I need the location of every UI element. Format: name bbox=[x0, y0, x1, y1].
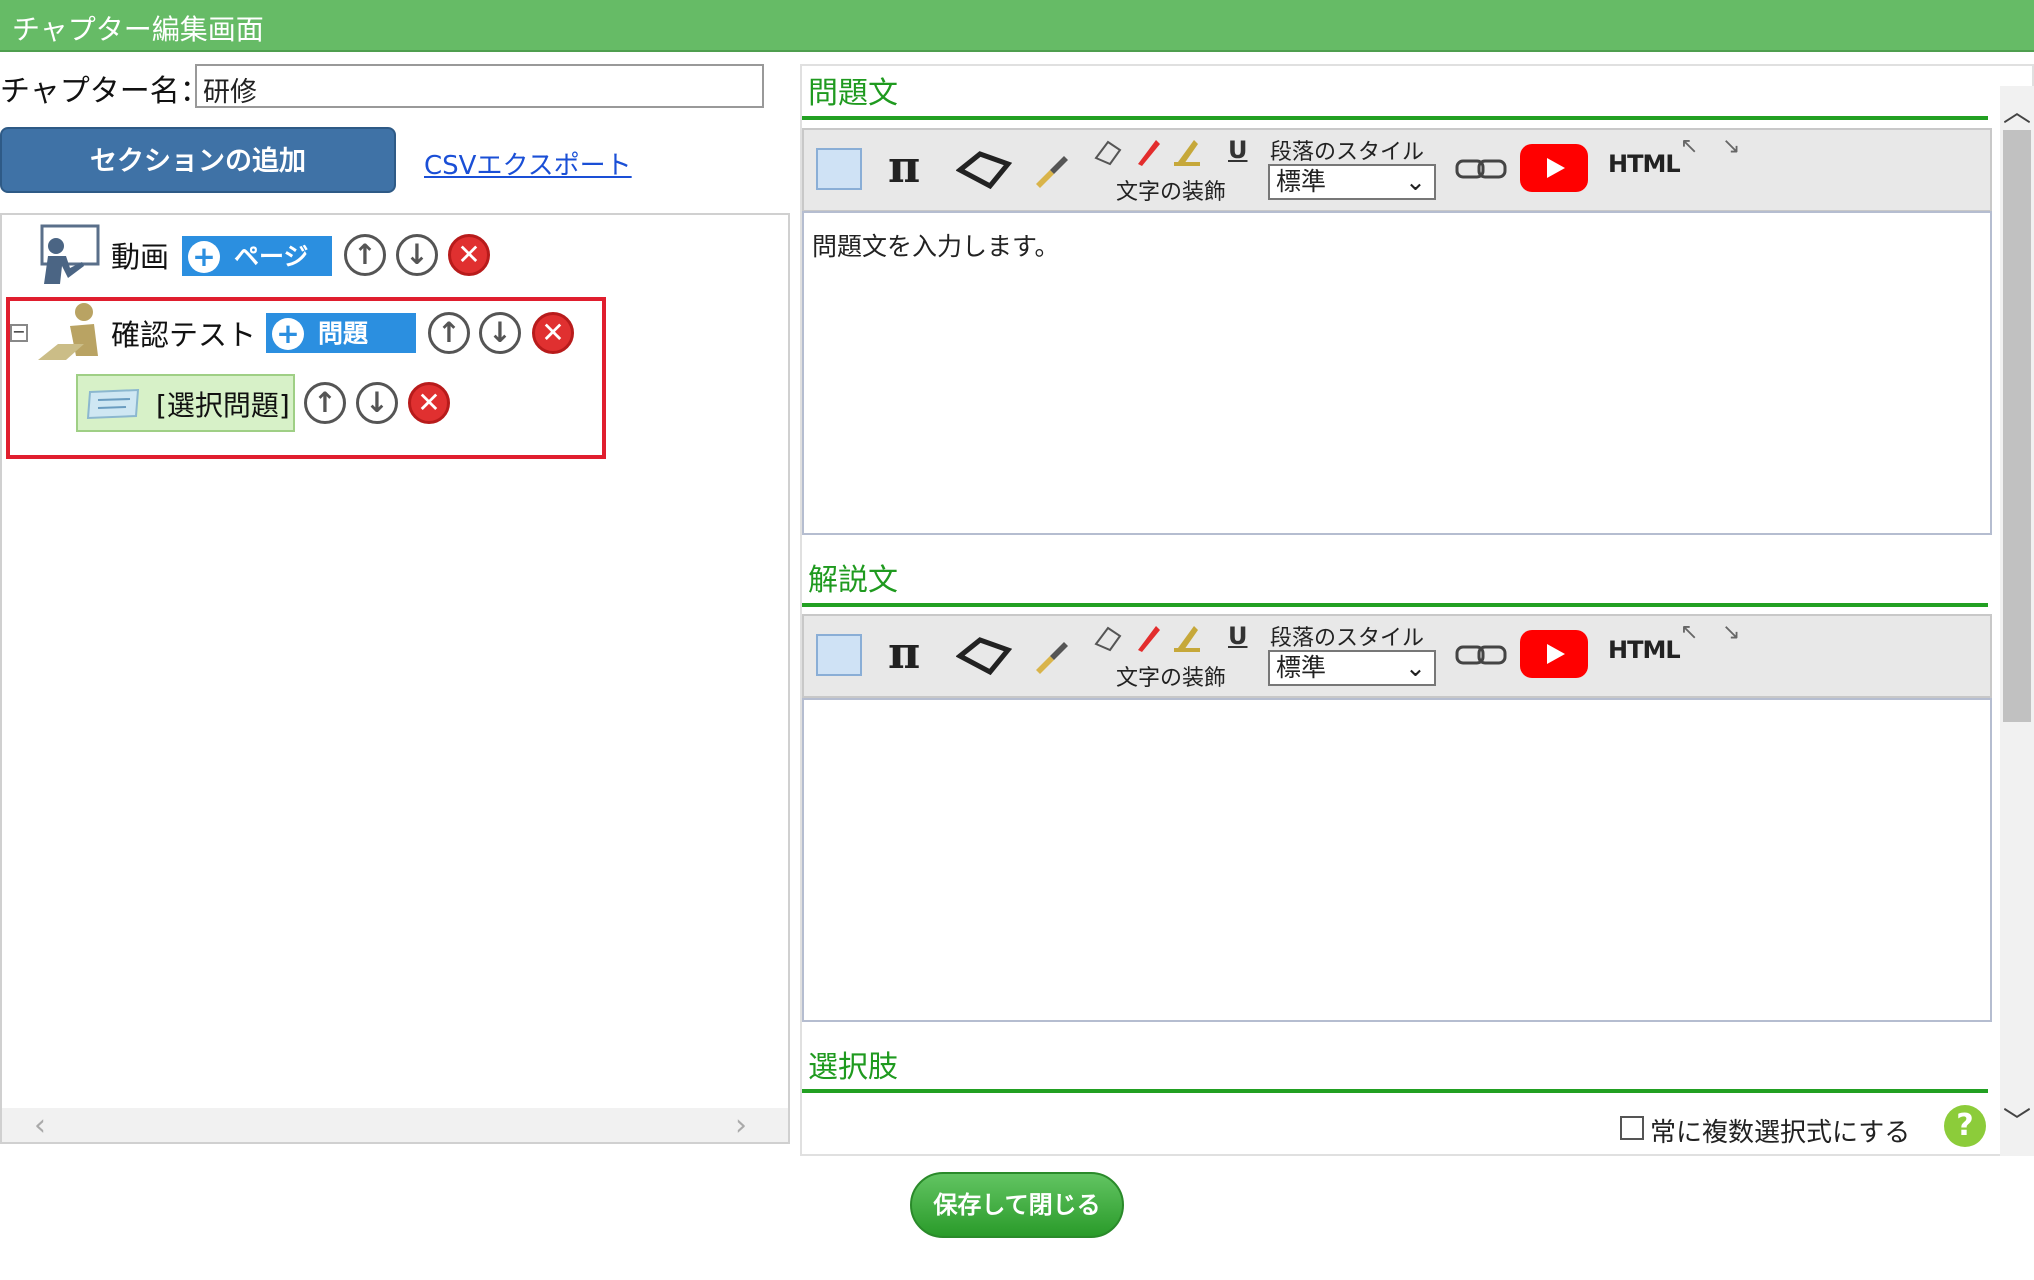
video-lecture-icon bbox=[40, 224, 100, 284]
html-source-icon[interactable]: HTML bbox=[1608, 150, 1681, 178]
editor-toolbar: π U 文字の装飾 段落のスタイル 標準 ⌄ HTML ↖ ↘ bbox=[802, 128, 1992, 212]
link-icon[interactable] bbox=[1454, 156, 1508, 182]
shape-icon[interactable] bbox=[956, 150, 1012, 190]
text-color-icon[interactable] bbox=[1132, 136, 1162, 168]
scroll-down-icon[interactable]: ﹀ bbox=[2003, 1100, 2031, 1140]
explanation-section-title: 解説文 bbox=[808, 563, 898, 598]
format-brush-icon[interactable] bbox=[1032, 152, 1070, 188]
move-down-icon[interactable]: ↓ bbox=[396, 234, 438, 276]
help-icon[interactable]: ? bbox=[1944, 1105, 1986, 1147]
chevron-down-icon: ⌄ bbox=[1405, 653, 1426, 682]
eraser-icon[interactable] bbox=[1092, 138, 1122, 166]
multi-select-label: 常に複数選択式にする bbox=[1650, 1118, 1911, 1148]
chapter-name-input[interactable]: 研修 bbox=[195, 64, 764, 108]
highlight-color-icon[interactable] bbox=[1172, 136, 1202, 168]
scrollbar-thumb[interactable] bbox=[2003, 130, 2031, 722]
text-decoration-label: 文字の装飾 bbox=[1116, 180, 1227, 205]
expand-icon[interactable]: ↖ bbox=[1680, 620, 1698, 645]
underline-icon[interactable]: U bbox=[1228, 136, 1248, 164]
text-color-icon[interactable] bbox=[1132, 622, 1162, 654]
chapter-name-label: チャプター名： bbox=[0, 74, 210, 109]
csv-export-link[interactable]: CSVエクスポート bbox=[424, 145, 632, 182]
paragraph-style-select[interactable]: 標準 ⌄ bbox=[1268, 164, 1436, 200]
highlight-color-icon[interactable] bbox=[1172, 622, 1202, 654]
shrink-icon[interactable]: ↘ bbox=[1722, 620, 1740, 645]
section-divider bbox=[802, 1089, 1988, 1093]
paragraph-style-select[interactable]: 標準 ⌄ bbox=[1268, 650, 1436, 686]
add-page-button[interactable]: + ページ bbox=[182, 236, 332, 276]
add-page-label: ページ bbox=[234, 242, 309, 271]
scroll-up-icon[interactable]: ︿ bbox=[2003, 90, 2031, 130]
paragraph-style-label: 段落のスタイル bbox=[1270, 626, 1425, 651]
multi-select-checkbox[interactable] bbox=[1620, 1116, 1644, 1140]
eraser-icon[interactable] bbox=[1092, 624, 1122, 652]
text-decoration-label: 文字の装飾 bbox=[1116, 666, 1227, 691]
underline-icon[interactable]: U bbox=[1228, 622, 1248, 650]
plus-icon: + bbox=[188, 241, 220, 273]
paragraph-style-value: 標準 bbox=[1276, 167, 1327, 196]
tree-horizontal-scrollbar[interactable] bbox=[2, 1108, 788, 1142]
scroll-right-icon[interactable]: › bbox=[735, 1108, 747, 1143]
video-section-label[interactable]: 動画 bbox=[111, 234, 169, 276]
highlight-box bbox=[6, 297, 606, 459]
editor-toolbar: π U 文字の装飾 段落のスタイル 標準 ⌄ HTML ↖ ↘ bbox=[802, 614, 1992, 698]
paragraph-style-label: 段落のスタイル bbox=[1270, 140, 1425, 165]
shrink-icon[interactable]: ↘ bbox=[1722, 134, 1740, 159]
question-section-title: 問題文 bbox=[808, 76, 898, 111]
youtube-icon[interactable] bbox=[1520, 630, 1588, 678]
math-pi-icon[interactable]: π bbox=[888, 142, 920, 193]
scroll-left-icon[interactable]: ‹ bbox=[34, 1108, 46, 1143]
add-section-button[interactable]: セクションの追加 bbox=[0, 127, 396, 193]
title-bar: チャプター編集画面 bbox=[0, 0, 2034, 52]
expand-icon[interactable]: ↖ bbox=[1680, 134, 1698, 159]
shape-icon[interactable] bbox=[956, 636, 1012, 676]
chevron-down-icon: ⌄ bbox=[1405, 167, 1426, 196]
section-divider bbox=[802, 603, 1988, 607]
insert-image-icon[interactable] bbox=[816, 634, 862, 676]
math-pi-icon[interactable]: π bbox=[888, 628, 920, 679]
delete-icon[interactable]: ✕ bbox=[448, 234, 490, 276]
question-editor[interactable]: 問題文を入力します。 bbox=[802, 211, 1992, 535]
insert-image-icon[interactable] bbox=[816, 148, 862, 190]
save-and-close-button[interactable]: 保存して閉じる bbox=[910, 1172, 1124, 1238]
choices-section-title: 選択肢 bbox=[808, 1050, 898, 1085]
youtube-icon[interactable] bbox=[1520, 144, 1588, 192]
format-brush-icon[interactable] bbox=[1032, 638, 1070, 674]
window-title: チャプター編集画面 bbox=[12, 13, 264, 46]
html-source-icon[interactable]: HTML bbox=[1608, 636, 1681, 664]
link-icon[interactable] bbox=[1454, 642, 1508, 668]
explanation-editor[interactable] bbox=[802, 698, 1992, 1022]
section-divider bbox=[802, 116, 1988, 120]
move-up-icon[interactable]: ↑ bbox=[344, 234, 386, 276]
paragraph-style-value: 標準 bbox=[1276, 653, 1327, 682]
